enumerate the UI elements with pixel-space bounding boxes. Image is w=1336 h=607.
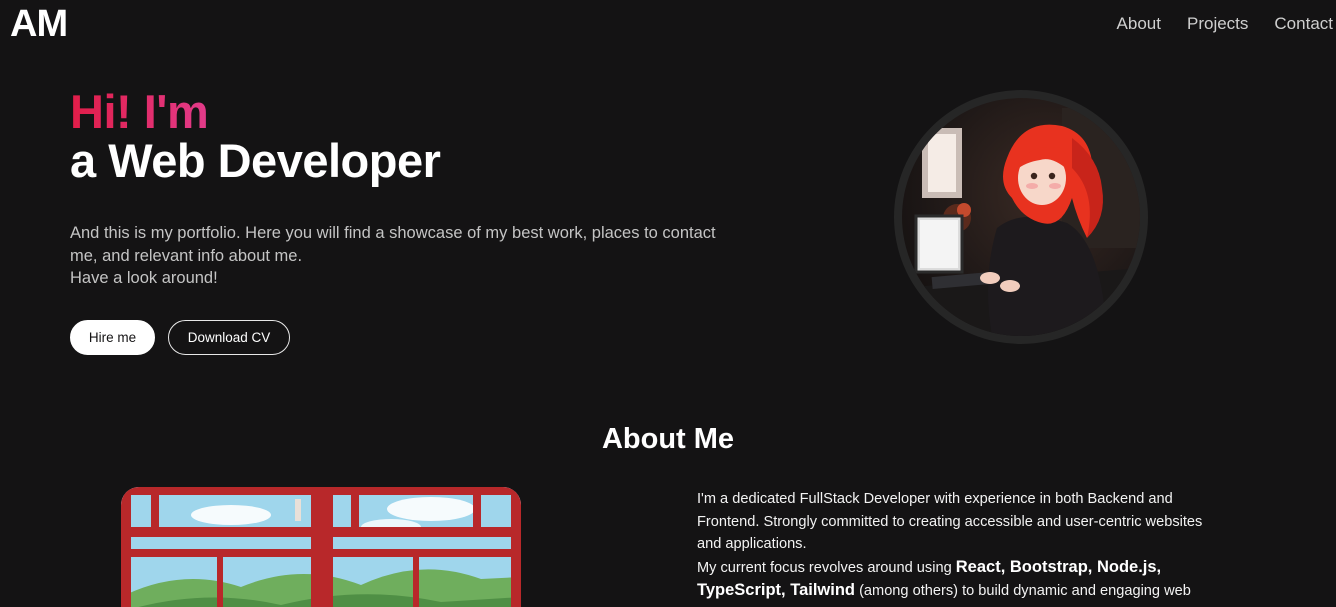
site-logo[interactable]: AM xyxy=(10,4,68,44)
hero-description-line: me, and relevant info about me. xyxy=(70,246,303,265)
about-focus-paragraph: My current focus revolves around using R… xyxy=(697,556,1227,603)
portfolio-page: AM About Projects Contact Hi! I'm a Web … xyxy=(0,0,1336,607)
about-paragraph: I'm a dedicated FullStack Developer with… xyxy=(697,491,1203,552)
hero-title: a Web Developer xyxy=(70,134,441,187)
download-cv-button[interactable]: Download CV xyxy=(168,320,290,355)
avatar-illustration-icon xyxy=(902,108,1140,336)
avatar xyxy=(902,98,1140,336)
hero-description: And this is my portfolio. Here you will … xyxy=(70,222,760,290)
hire-me-button[interactable]: Hire me xyxy=(70,320,155,355)
about-section-title: About Me xyxy=(601,423,735,455)
nav-projects-link[interactable]: Projects xyxy=(1187,13,1248,35)
about-image xyxy=(121,487,521,607)
about-description: I'm a dedicated FullStack Developer with… xyxy=(697,488,1227,603)
main-nav: About Projects Contact xyxy=(1117,13,1333,35)
hero-description-line: Have a look around! xyxy=(70,269,218,287)
nav-contact-link[interactable]: Contact xyxy=(1274,13,1333,35)
about-focus-prefix: My current focus revolves around using xyxy=(697,559,952,576)
hero-greeting: Hi! I'm xyxy=(70,85,209,138)
nav-about-link[interactable]: About xyxy=(1117,13,1161,35)
window-landscape-icon xyxy=(121,487,521,607)
avatar-frame xyxy=(894,90,1148,344)
about-focus-suffix: (among others) to build dynamic and enga… xyxy=(859,583,1191,599)
hero-description-line: And this is my portfolio. Here you will … xyxy=(70,224,716,242)
